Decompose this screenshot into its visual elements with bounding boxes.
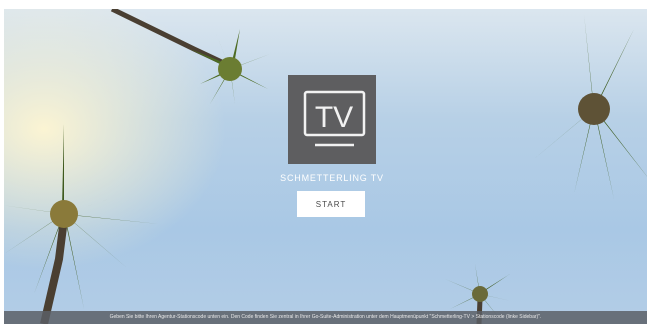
palm-trees-illustration: [4, 9, 647, 324]
brand-name: SCHMETTERLING TV: [280, 173, 384, 183]
footer-hint: Geben Sie bitte Ihren Agentur-Stationsco…: [4, 311, 647, 324]
start-button[interactable]: START: [297, 191, 365, 217]
background-photo: TV SCHMETTERLING TV START Geben Sie bitt…: [4, 9, 647, 324]
logo-tile: TV: [288, 75, 376, 164]
logo-text: TV: [315, 101, 353, 134]
tv-icon: TV: [303, 90, 366, 147]
